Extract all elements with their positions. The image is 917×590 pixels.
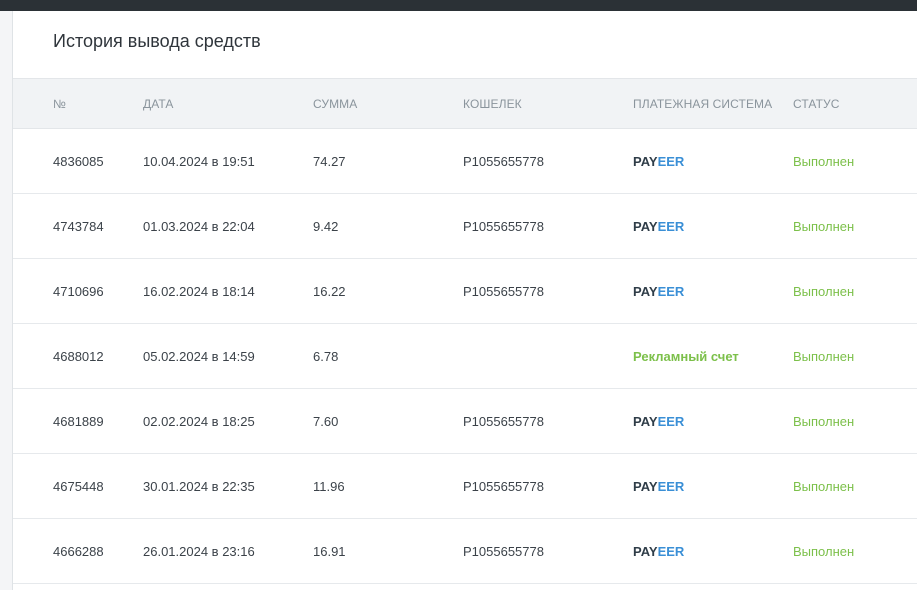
table-row: 4666288 26.01.2024 в 23:16 16.91 P105565…	[13, 519, 917, 584]
withdrawal-sum: 16.22	[313, 284, 346, 299]
header-num: №	[53, 97, 66, 111]
payeer-logo-part-pay: PAY	[633, 414, 658, 429]
wallet-id: P1055655778	[463, 219, 544, 234]
table-row: 4688012 05.02.2024 в 14:59 6.78 Рекламны…	[13, 324, 917, 389]
withdrawal-sum: 16.91	[313, 544, 346, 559]
status-label: Выполнен	[793, 479, 855, 494]
top-navbar	[0, 0, 917, 11]
wallet-id: P1055655778	[463, 284, 544, 299]
payeer-logo-part-eer: EER	[657, 414, 685, 429]
withdrawal-date: 10.04.2024 в 19:51	[143, 154, 255, 169]
table-header: № ДАТА СУММА КОШЕЛЕК ПЛАТЕЖНАЯ СИСТЕМА С…	[13, 78, 917, 129]
payeer-logo-part-eer: EER	[657, 479, 685, 494]
status-label: Выполнен	[793, 284, 855, 299]
wallet-id: P1055655778	[463, 544, 544, 559]
withdrawal-sum: 11.96	[313, 479, 345, 494]
payeer-logo-part-pay: PAY	[633, 479, 658, 494]
wallet-id: P1055655778	[463, 479, 544, 494]
withdrawal-number: 4666288	[53, 544, 104, 559]
withdrawal-number: 4675448	[53, 479, 104, 494]
withdrawal-sum: 6.78	[313, 349, 339, 364]
payeer-logo-part-pay: PAY	[633, 544, 658, 559]
table-row: 4710696 16.02.2024 в 18:14 16.22 P105565…	[13, 259, 917, 324]
payment-system: Рекламный счет	[633, 349, 739, 364]
payment-system: PAYEER	[633, 284, 684, 299]
withdrawal-date: 30.01.2024 в 22:35	[143, 479, 255, 494]
withdrawal-date: 02.02.2024 в 18:25	[143, 414, 255, 429]
payeer-logo-part-pay: PAY	[633, 284, 658, 299]
payeer-logo-part-eer: EER	[657, 284, 685, 299]
payment-system: PAYEER	[633, 219, 684, 234]
header-status: СТАТУС	[793, 97, 840, 111]
payment-system: PAYEER	[633, 479, 684, 494]
header-payment-system: ПЛАТЕЖНАЯ СИСТЕМА	[633, 97, 773, 111]
payeer-logo-part-eer: EER	[657, 154, 685, 169]
payment-system: PAYEER	[633, 414, 684, 429]
table-row: 4836085 10.04.2024 в 19:51 74.27 P105565…	[13, 129, 917, 194]
wallet-id: P1055655778	[463, 154, 544, 169]
status-label: Выполнен	[793, 219, 855, 234]
payeer-logo-part-pay: PAY	[633, 154, 658, 169]
status-label: Выполнен	[793, 414, 855, 429]
promo-account-label: Рекламный счет	[633, 349, 739, 364]
status-label: Выполнен	[793, 544, 855, 559]
withdrawal-date: 05.02.2024 в 14:59	[143, 349, 255, 364]
withdrawal-sum: 74.27	[313, 154, 346, 169]
withdrawal-date: 16.02.2024 в 18:14	[143, 284, 255, 299]
withdrawal-sum: 7.60	[313, 414, 339, 429]
payeer-logo-part-eer: EER	[657, 544, 685, 559]
withdrawal-number: 4710696	[53, 284, 104, 299]
withdrawal-history-panel: История вывода средств № ДАТА СУММА КОШЕ…	[13, 11, 917, 590]
table-row: 4681889 02.02.2024 в 18:25 7.60 P1055655…	[13, 389, 917, 454]
withdrawal-number: 4681889	[53, 414, 104, 429]
withdrawal-number: 4836085	[53, 154, 104, 169]
wallet-id: P1055655778	[463, 414, 544, 429]
payeer-logo-part-eer: EER	[657, 219, 685, 234]
table-body: 4836085 10.04.2024 в 19:51 74.27 P105565…	[13, 129, 917, 584]
withdrawal-date: 01.03.2024 в 22:04	[143, 219, 255, 234]
table-row: 4743784 01.03.2024 в 22:04 9.42 P1055655…	[13, 194, 917, 259]
status-label: Выполнен	[793, 154, 855, 169]
header-wallet: КОШЕЛЕК	[463, 97, 522, 111]
status-label: Выполнен	[793, 349, 855, 364]
withdrawal-date: 26.01.2024 в 23:16	[143, 544, 255, 559]
withdrawal-number: 4688012	[53, 349, 104, 364]
header-date: ДАТА	[143, 97, 174, 111]
table-row: 4675448 30.01.2024 в 22:35 11.96 P105565…	[13, 454, 917, 519]
withdrawal-number: 4743784	[53, 219, 104, 234]
payment-system: PAYEER	[633, 544, 684, 559]
payment-system: PAYEER	[633, 154, 684, 169]
page-title: История вывода средств	[53, 31, 261, 51]
withdrawal-sum: 9.42	[313, 219, 339, 234]
left-sidebar-edge	[0, 11, 13, 590]
header-sum: СУММА	[313, 97, 358, 111]
payeer-logo-part-pay: PAY	[633, 219, 658, 234]
